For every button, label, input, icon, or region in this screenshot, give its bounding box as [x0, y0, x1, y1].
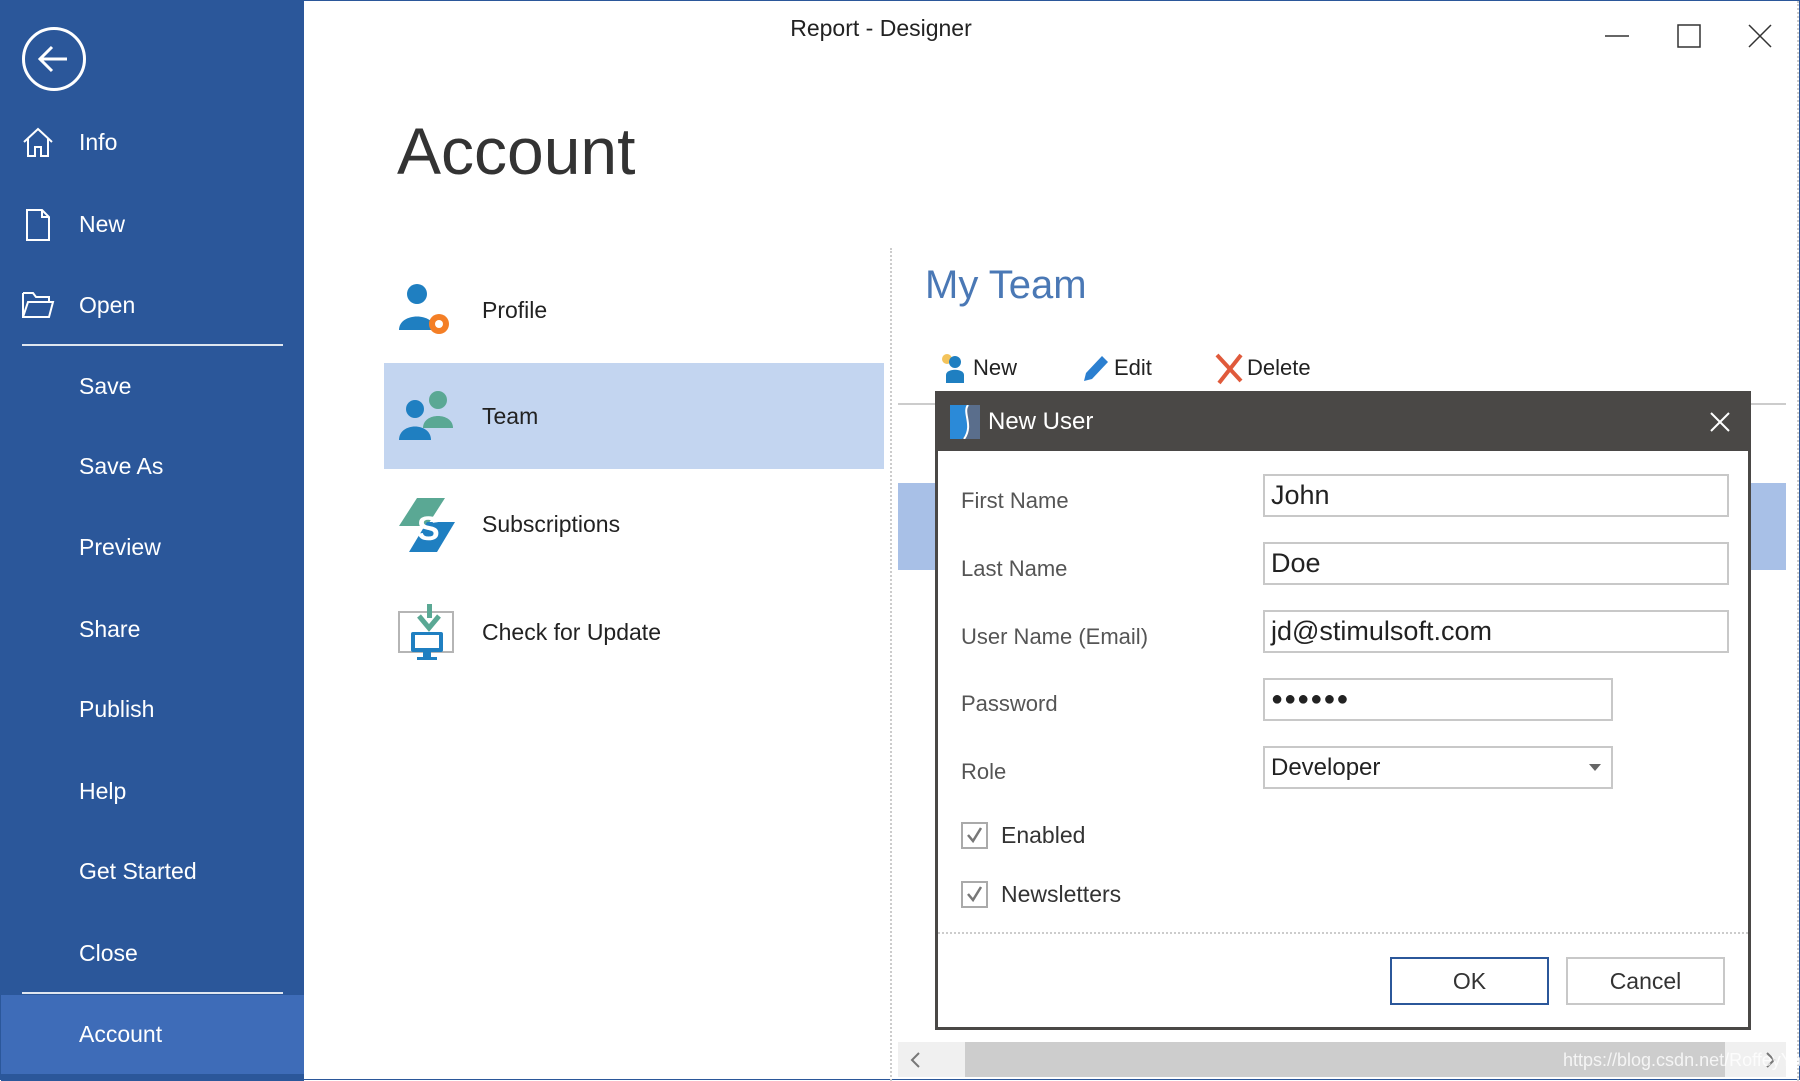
maximize-button[interactable] [1669, 19, 1709, 53]
svg-text:S: S [417, 510, 440, 548]
role-select[interactable]: Developer [1263, 746, 1613, 789]
home-icon [23, 127, 53, 157]
ok-button[interactable]: OK [1390, 957, 1549, 1005]
sidebar-item-label: Account [79, 1021, 163, 1047]
folder-icon [22, 292, 55, 318]
nav-label: Subscriptions [482, 511, 621, 537]
close-window-button[interactable] [1740, 19, 1780, 53]
nav-check-for-update[interactable]: Check for Update [384, 579, 884, 685]
dialog-title: New User [988, 408, 1094, 435]
update-download-icon [398, 604, 454, 660]
role-label: Role [961, 759, 1007, 784]
stimulsoft-logo-icon [950, 405, 980, 439]
last-name-field[interactable]: Doe [1263, 542, 1729, 585]
enabled-label: Enabled [1001, 822, 1086, 848]
file-icon [26, 209, 50, 241]
sidebar-item-preview[interactable]: Preview [1, 512, 304, 582]
nav-subscriptions[interactable]: S Subscriptions [384, 471, 884, 577]
sidebar-item-label: Share [79, 616, 141, 642]
section-title: My Team [925, 263, 1087, 307]
nav-team[interactable]: Team [384, 363, 884, 469]
sidebar-item-open[interactable]: Open [1, 270, 304, 340]
nav-label: Profile [482, 297, 548, 323]
divider [22, 344, 283, 346]
profile-settings-icon [399, 284, 449, 334]
sidebar-item-label: Help [79, 778, 127, 804]
role-value: Developer [1271, 754, 1381, 781]
watermark: https://blog.csdn.net/RoffeyYang [1563, 1050, 1800, 1070]
sidebar-item-get-started[interactable]: Get Started [1, 836, 304, 906]
backstage-sidebar: Info New Open Save Save As Preview Share… [1, 1, 304, 1081]
nav-label: Check for Update [482, 619, 661, 645]
sidebar-item-label: Save [79, 373, 132, 399]
delete-x-icon [1215, 353, 1243, 385]
close-icon [1748, 24, 1772, 48]
sidebar-item-label: Get Started [79, 858, 197, 884]
checkmark-icon [967, 827, 983, 844]
sidebar-item-close[interactable]: Close [1, 918, 304, 988]
sidebar-item-label: Save As [79, 453, 164, 479]
new-user-dialog: New User First Name John Last Name Doe U… [935, 391, 1751, 1030]
close-icon[interactable] [1708, 410, 1732, 434]
email-field[interactable]: jd@stimulsoft.com [1263, 610, 1729, 653]
cancel-button[interactable]: Cancel [1566, 957, 1725, 1005]
email-label: User Name (Email) [961, 624, 1149, 649]
sidebar-item-save-as[interactable]: Save As [1, 431, 304, 501]
first-name-label: First Name [961, 488, 1069, 513]
sidebar-item-save[interactable]: Save [1, 351, 304, 421]
sidebar-item-account[interactable]: Account [1, 995, 304, 1074]
checkmark-icon [967, 886, 983, 903]
sidebar-item-info[interactable]: Info [1, 107, 304, 177]
password-field[interactable]: ●●●●●● [1263, 678, 1613, 721]
window-title: Report - Designer [790, 15, 972, 41]
pencil-icon [1084, 356, 1108, 381]
minimize-button[interactable] [1597, 19, 1637, 53]
sidebar-item-label: Close [79, 940, 138, 966]
divider [890, 248, 892, 1081]
newsletters-checkbox[interactable] [961, 881, 988, 908]
sidebar-item-publish[interactable]: Publish [1, 674, 304, 744]
enabled-checkbox[interactable] [961, 822, 988, 849]
button-label: Edit [1114, 355, 1152, 380]
sidebar-item-help[interactable]: Help [1, 756, 304, 826]
divider [938, 932, 1748, 934]
subscriptions-icon: S [399, 498, 455, 552]
sidebar-item-label: Info [79, 129, 118, 155]
password-label: Password [961, 691, 1058, 716]
divider [1797, 1, 1799, 1081]
sidebar-item-share[interactable]: Share [1, 594, 304, 664]
nav-label: Team [482, 403, 539, 429]
minimize-icon [1605, 35, 1629, 37]
newsletters-label: Newsletters [1001, 881, 1122, 907]
sidebar-item-label: Open [79, 292, 136, 318]
sidebar-item-label: Publish [79, 696, 155, 722]
nav-profile[interactable]: Profile [384, 257, 884, 363]
last-name-label: Last Name [961, 556, 1068, 581]
sidebar-item-label: New [79, 211, 126, 237]
first-name-field[interactable]: John [1263, 474, 1729, 517]
button-label: Delete [1247, 355, 1311, 380]
chevron-left-icon[interactable] [908, 1051, 924, 1069]
sidebar-item-new[interactable]: New [1, 189, 304, 259]
dialog-header: New User [938, 394, 1748, 451]
team-icon [399, 391, 453, 440]
maximize-icon [1677, 24, 1701, 48]
button-label: New [973, 355, 1018, 380]
add-user-icon [942, 354, 964, 383]
page-title: Account [397, 114, 636, 188]
sidebar-item-label: Preview [79, 534, 161, 560]
chevron-down-icon [1589, 764, 1601, 771]
divider [22, 992, 283, 994]
